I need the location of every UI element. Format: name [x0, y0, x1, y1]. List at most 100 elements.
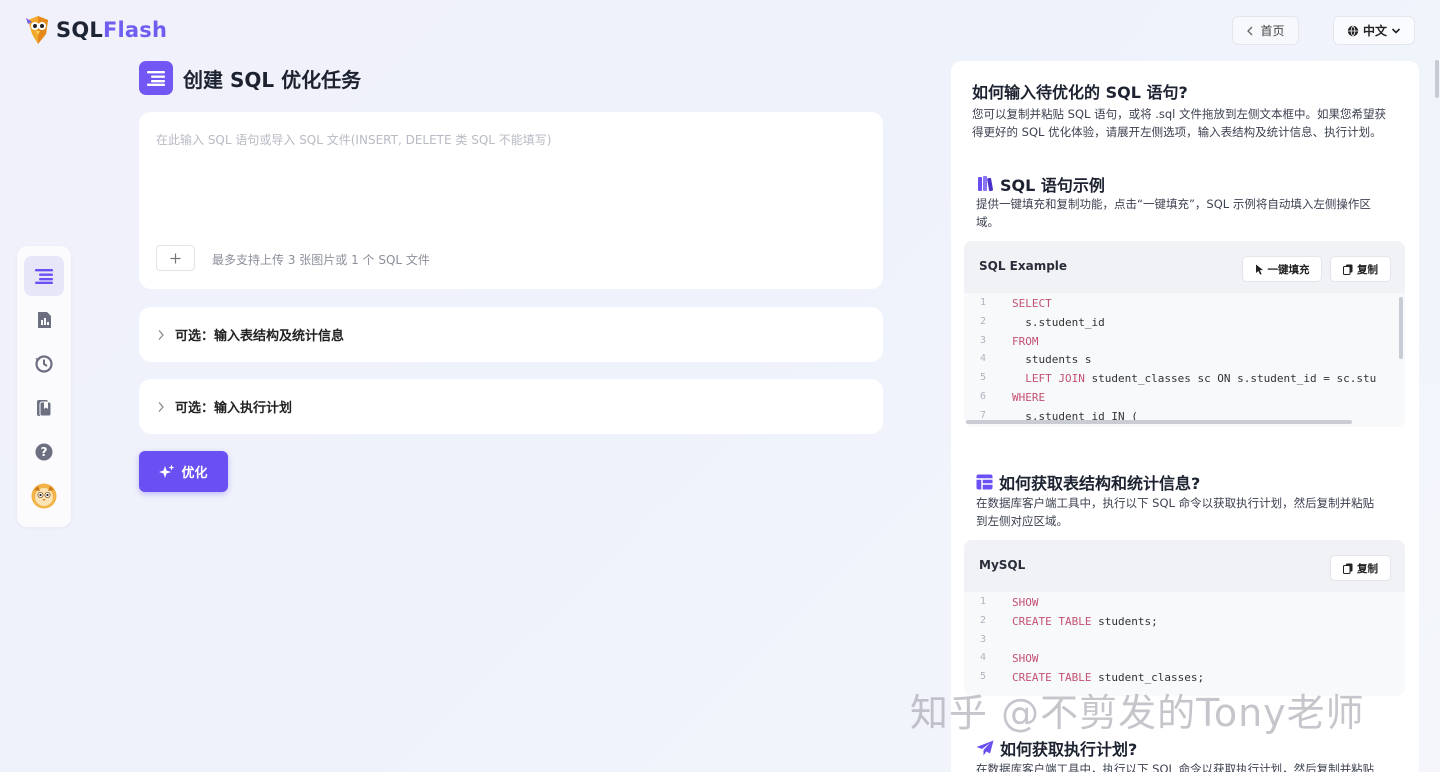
svg-text:?: ?: [41, 445, 48, 459]
sql-keyword: WHERE: [1012, 391, 1046, 404]
optimize-label: 优化: [181, 466, 208, 481]
sql-example-description-line-2: 域。: [976, 215, 999, 229]
table-info-description-line-2: 到左侧对应区域。: [976, 514, 1068, 528]
code-box-header: MySQL 复制: [964, 540, 1405, 592]
page-title: 创建 SQL 优化任务: [139, 61, 361, 95]
chevron-down-icon: [1391, 27, 1401, 34]
cursor-icon: [1255, 264, 1263, 275]
line-number: 1: [980, 596, 987, 607]
code-box-title: MySQL: [979, 558, 1026, 572]
table-info-heading: 如何获取表结构和统计信息?: [976, 470, 1200, 494]
line-number: 2: [980, 614, 987, 626]
exec-plan-title: 如何获取执行计划?: [1000, 740, 1138, 759]
line-number: 3: [980, 334, 987, 346]
sql-input-placeholder[interactable]: 在此输入 SQL 语句或导入 SQL 文件(INSERT, DELETE 类 S…: [156, 131, 551, 148]
app-logo[interactable]: SQLFlash: [24, 14, 167, 46]
paper-plane-icon: [976, 740, 994, 756]
help-description-line-1: 您可以复制并粘贴 SQL 语句，或将 .sql 文件拖放到左侧文本框中。如果您希…: [972, 107, 1387, 121]
line-number: 3: [980, 633, 987, 645]
bookmarks-icon: [37, 400, 52, 417]
sql-keyword: SHOW: [1012, 652, 1039, 666]
home-label: 首页: [1260, 24, 1285, 38]
sql-keyword: LEFT JOIN: [1012, 372, 1085, 386]
code-text: WHERE: [1012, 391, 1045, 404]
table-grid-icon: [976, 474, 993, 490]
one-click-fill-button[interactable]: 一键填充: [1242, 256, 1322, 282]
table-info-collapse[interactable]: 可选：输入表结构及统计信息: [139, 307, 883, 362]
watermark-text: 知乎 @不剪发的Tony老师: [910, 691, 1365, 735]
page-title-text: 创建 SQL 优化任务: [183, 67, 362, 92]
help-heading: 如何输入待优化的 SQL 语句?: [972, 83, 1188, 102]
list-icon: [35, 269, 53, 284]
sidebar: ?: [17, 246, 71, 527]
code-box-title: SQL Example: [979, 259, 1068, 273]
copy-icon: [1343, 264, 1353, 275]
code-box-header: SQL Example 一键填充 复制: [964, 241, 1405, 293]
sql-keyword: SHOW: [1012, 596, 1039, 609]
task-list-icon: [139, 61, 173, 95]
line-number: 2: [980, 315, 987, 327]
line-number: 4: [980, 353, 987, 365]
code-vertical-scrollbar[interactable]: [1399, 297, 1403, 359]
sparkle-icon: [159, 464, 175, 478]
copy-button[interactable]: 复制: [1330, 256, 1391, 282]
table-info-description-line-1: 在数据库客户端工具中，执行以下 SQL 命令以获取执行计划，然后复制并粘贴: [976, 496, 1375, 510]
mysql-code-box: MySQL 复制 1 SHOW 2 CREATE TABLE students; 3 4 S…: [964, 540, 1405, 696]
code-text: CREATE TABLE students;: [1012, 614, 1158, 628]
sql-example-heading: SQL 语句示例: [976, 172, 1105, 196]
exec-plan-description-line-1: 在数据库客户端工具中，执行以下 SQL 命令以获取执行计划，然后复制并粘贴: [976, 762, 1375, 772]
exec-plan-heading: 如何获取执行计划?: [976, 736, 1137, 760]
copy-icon: [1343, 563, 1353, 574]
sidebar-item-report[interactable]: [24, 300, 64, 340]
upload-button[interactable]: [156, 245, 195, 271]
plus-icon: [170, 253, 181, 263]
code-text: SELECT: [1012, 297, 1052, 310]
line-number: 6: [980, 391, 987, 402]
sidebar-item-help[interactable]: ?: [24, 432, 64, 472]
code-text: SHOW: [1012, 596, 1039, 609]
one-click-fill-label: 一键填充: [1267, 263, 1310, 276]
user-avatar[interactable]: [24, 476, 64, 516]
globe-icon: [1347, 25, 1359, 36]
code-text: FROM: [1012, 335, 1039, 348]
page-scrollbar[interactable]: [1435, 60, 1439, 98]
table-info-title: 如何获取表结构和统计信息?: [999, 474, 1201, 493]
sql-example-description-line-1: 提供一键填充和复制功能，点击“一键填充”，SQL 示例将自动填入左侧操作区: [976, 197, 1371, 211]
chevron-left-icon: [1247, 26, 1253, 35]
upload-hint: 最多支持上传 3 张图片或 1 个 SQL 文件: [212, 253, 430, 267]
table-info-label: 可选：输入表结构及统计信息: [175, 329, 345, 344]
avatar-icon: [31, 483, 57, 509]
sql-example-code-box: SQL Example 一键填充 复制 1 SELECT 2 s.student_i…: [964, 241, 1405, 427]
copy-label: 复制: [1357, 263, 1378, 276]
code-text: s.student_id: [1012, 315, 1105, 329]
sql-keyword: SELECT: [1012, 297, 1052, 310]
optimize-button[interactable]: 优化: [139, 451, 228, 492]
sql-editor[interactable]: 在此输入 SQL 语句或导入 SQL 文件(INSERT, DELETE 类 S…: [139, 112, 883, 289]
flash-bird-logo-icon: [24, 14, 52, 46]
books-icon: [978, 176, 994, 192]
code-text: SHOW: [1012, 652, 1039, 665]
help-description-line-2: 得更好的 SQL 优化体验，请展开左侧选项，输入表结构及统计信息、执行计划。: [972, 125, 1382, 139]
exec-plan-label: 可选：输入执行计划: [175, 401, 293, 416]
code-horizontal-scrollbar[interactable]: [966, 420, 1352, 424]
line-number: 5: [980, 671, 987, 683]
copy-button[interactable]: 复制: [1330, 555, 1391, 581]
language-select[interactable]: 中文: [1333, 16, 1415, 45]
app-name: SQLFlash: [56, 18, 168, 42]
history-icon: [35, 355, 53, 373]
code-text: LEFT JOIN student_classes sc ON s.studen…: [1012, 372, 1377, 386]
exec-plan-collapse[interactable]: 可选：输入执行计划: [139, 379, 883, 434]
file-report-icon: [37, 312, 51, 328]
home-button[interactable]: 首页: [1232, 16, 1299, 45]
language-label: 中文: [1362, 24, 1387, 38]
line-number: 5: [980, 372, 987, 384]
sidebar-item-history[interactable]: [24, 344, 64, 384]
code-text: students s: [1012, 353, 1092, 367]
copy-label: 复制: [1357, 562, 1378, 575]
line-number: 1: [980, 297, 987, 308]
sidebar-item-task[interactable]: [24, 256, 64, 296]
sql-example-title: SQL 语句示例: [1000, 176, 1105, 195]
sidebar-item-bookmarks[interactable]: [24, 388, 64, 428]
sql-keyword: CREATE TABLE: [1012, 614, 1092, 628]
help-panel: 如何输入待优化的 SQL 语句? 您可以复制并粘贴 SQL 语句，或将 .sql…: [951, 61, 1419, 772]
